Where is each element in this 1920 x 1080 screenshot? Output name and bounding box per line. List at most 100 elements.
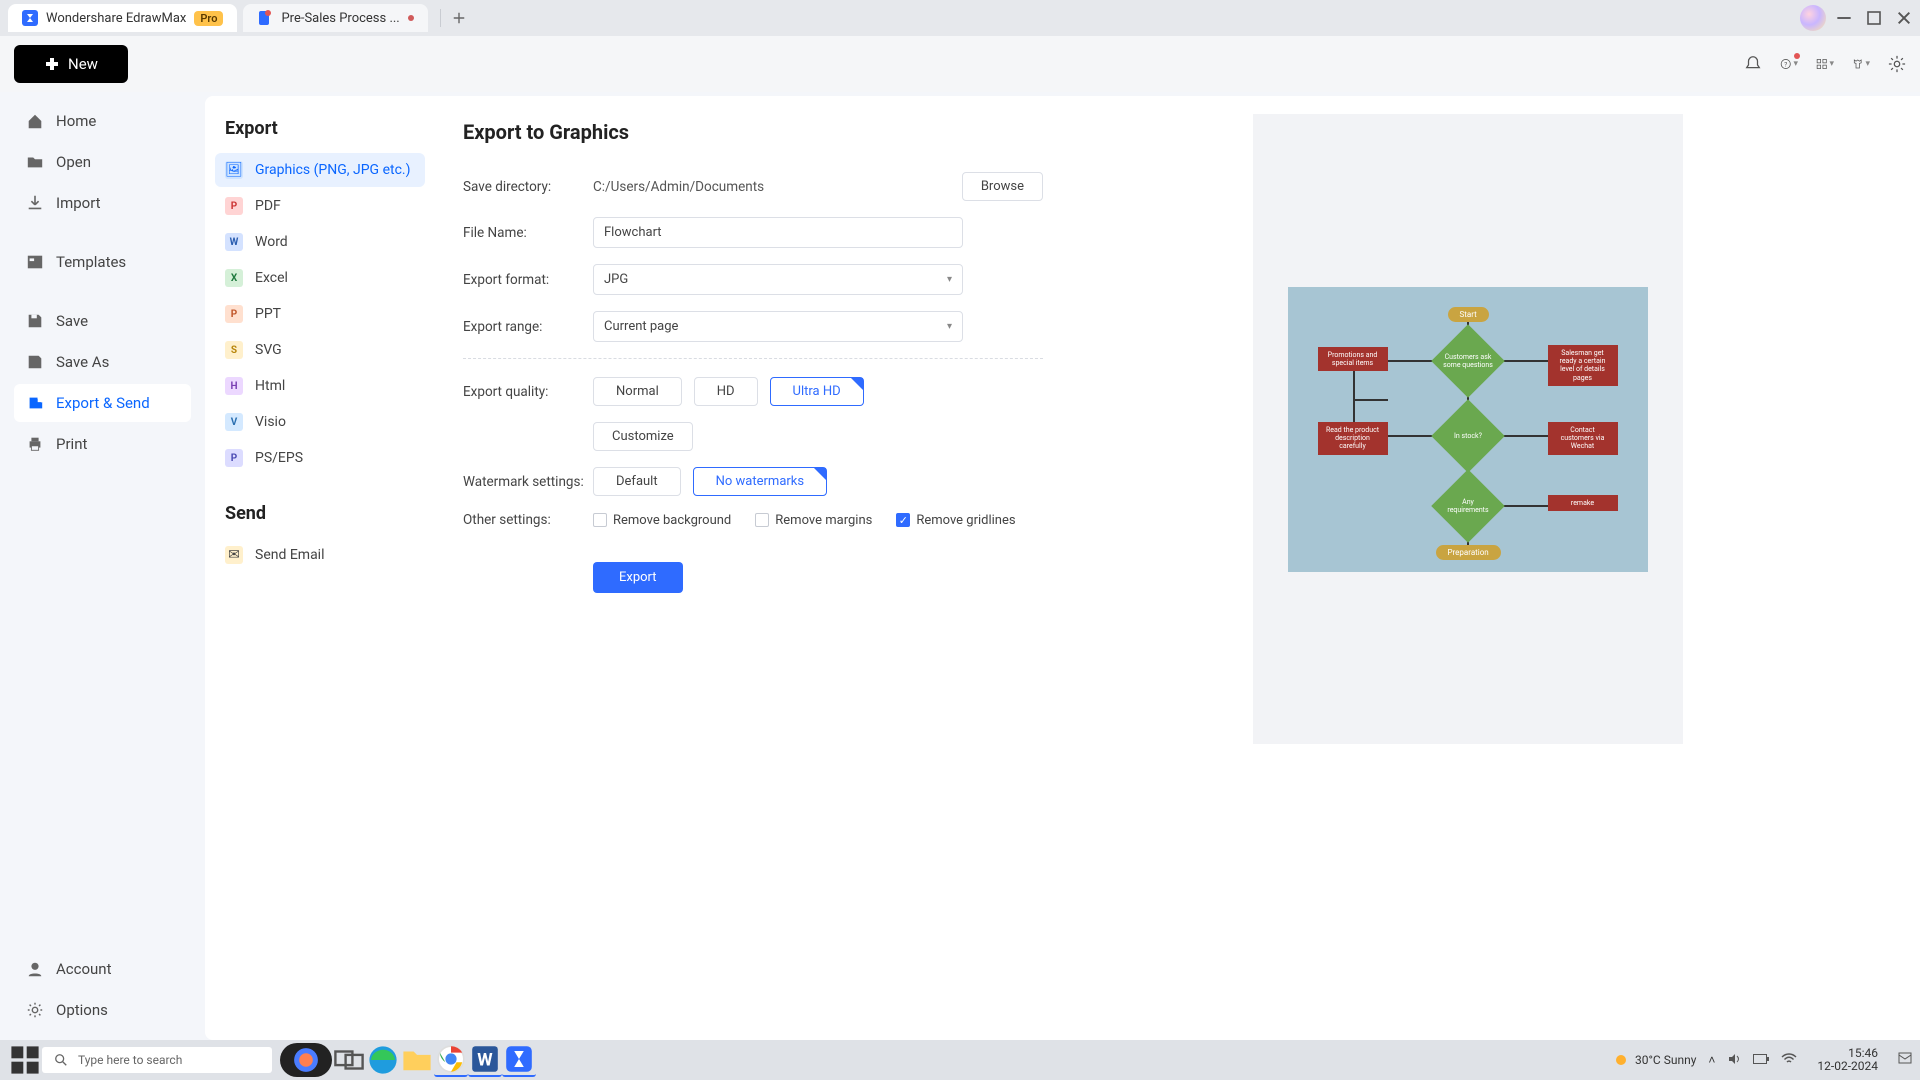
tray-notifications-icon[interactable] <box>1898 1052 1912 1069</box>
nav-print[interactable]: Print <box>14 425 191 463</box>
nav-save[interactable]: Save <box>14 302 191 340</box>
html-file-icon: H <box>225 377 243 395</box>
search-placeholder: Type here to search <box>78 1053 182 1067</box>
export-type-label: PS/EPS <box>255 450 303 466</box>
export-type-pseps[interactable]: PPS/EPS <box>215 441 425 475</box>
templates-icon <box>26 253 44 271</box>
nav-label: Print <box>56 435 87 453</box>
start-button[interactable] <box>8 1043 42 1077</box>
nav-open[interactable]: Open <box>14 143 191 181</box>
weather-icon[interactable]: 30°C Sunny <box>1613 1052 1696 1068</box>
taskbar-edge[interactable] <box>366 1043 400 1077</box>
nav-export-send[interactable]: Export & Send <box>14 384 191 422</box>
chk-remove-gridlines[interactable]: ✓Remove gridlines <box>896 513 1015 528</box>
nav-account[interactable]: Account <box>14 950 191 988</box>
export-type-visio[interactable]: VVisio <box>215 405 425 439</box>
nav-options[interactable]: Options <box>14 991 191 1029</box>
clock-date: 12-02-2024 <box>1817 1060 1878 1073</box>
send-email[interactable]: ✉Send Email <box>215 538 425 572</box>
taskbar: Type here to search W 30°C Sunny ˄ 15:46… <box>0 1040 1920 1080</box>
format-label: Export format: <box>463 272 593 288</box>
ppt-file-icon: P <box>225 305 243 323</box>
search-icon <box>54 1053 68 1067</box>
maximize-icon[interactable] <box>1866 10 1882 26</box>
quality-uhd[interactable]: Ultra HD <box>770 377 864 406</box>
svg-text:?: ? <box>1784 60 1787 68</box>
chk-remove-margins[interactable]: Remove margins <box>755 513 872 528</box>
nav-label: Save As <box>56 353 109 371</box>
taskbar-edrawmax[interactable] <box>502 1043 536 1077</box>
format-select[interactable]: JPG▾ <box>593 264 963 295</box>
tray-volume-icon[interactable] <box>1727 1052 1741 1069</box>
import-icon <box>26 194 44 212</box>
export-type-label: Graphics (PNG, JPG etc.) <box>255 162 410 178</box>
fc-start: Start <box>1448 307 1489 322</box>
watermark-default[interactable]: Default <box>593 467 681 496</box>
export-type-excel[interactable]: X Excel <box>215 261 425 295</box>
tab-label: Pre-Sales Process ... <box>281 11 399 26</box>
titlebar: Wondershare EdrawMax Pro Pre-Sales Proce… <box>0 0 1920 36</box>
export-type-label: Excel <box>255 270 288 286</box>
taskbar-chrome[interactable] <box>434 1043 468 1077</box>
preview-box: Start Promotions and special items Custo… <box>1253 114 1683 744</box>
close-icon[interactable] <box>1896 10 1912 26</box>
send-label: Send Email <box>255 547 325 563</box>
checkbox-icon <box>755 513 769 527</box>
browse-button[interactable]: Browse <box>962 172 1043 201</box>
filename-input[interactable] <box>593 217 963 248</box>
chk-remove-bg[interactable]: Remove background <box>593 513 731 528</box>
tray-chevron-icon[interactable]: ˄ <box>1708 1053 1715 1067</box>
tray-wifi-icon[interactable] <box>1781 1053 1797 1068</box>
export-type-svg[interactable]: SSVG <box>215 333 425 367</box>
export-type-graphics[interactable]: 🖼Graphics (PNG, JPG etc.) <box>215 153 425 187</box>
quality-hd[interactable]: HD <box>694 377 758 406</box>
taskbar-explorer[interactable] <box>400 1043 434 1077</box>
tab-presales[interactable]: Pre-Sales Process ... <box>243 4 427 32</box>
clock[interactable]: 15:46 12-02-2024 <box>1809 1047 1886 1073</box>
taskbar-copilot[interactable] <box>280 1043 332 1077</box>
fc-anyreq: Any requirements <box>1442 498 1494 514</box>
export-type-word[interactable]: WWord <box>215 225 425 259</box>
bell-icon[interactable] <box>1744 55 1762 73</box>
chk-label: Remove background <box>613 513 731 528</box>
home-icon <box>26 112 44 130</box>
help-icon[interactable]: ?▾ <box>1780 55 1798 73</box>
watermark-label: Watermark settings: <box>463 474 593 490</box>
export-type-label: SVG <box>255 342 282 358</box>
fc-preparation: Preparation <box>1436 545 1501 560</box>
gear-icon[interactable] <box>1888 55 1906 73</box>
nav-label: Open <box>56 153 91 171</box>
shirt-icon[interactable]: ▾ <box>1852 55 1870 73</box>
customize-button[interactable]: Customize <box>593 422 693 451</box>
nav-label: Options <box>56 1001 108 1019</box>
taskbar-word[interactable]: W <box>468 1043 502 1077</box>
nav-label: Templates <box>56 253 126 271</box>
taskbar-taskview[interactable] <box>332 1043 366 1077</box>
nav-label: Account <box>56 960 112 978</box>
nav-import[interactable]: Import <box>14 184 191 222</box>
new-button[interactable]: New <box>14 45 128 83</box>
tab-edrawmax[interactable]: Wondershare EdrawMax Pro <box>8 4 237 32</box>
nav-templates[interactable]: Templates <box>14 243 191 281</box>
export-button[interactable]: Export <box>593 562 683 593</box>
nav-saveas[interactable]: Save As <box>14 343 191 381</box>
range-select[interactable]: Current page▾ <box>593 311 963 342</box>
avatar[interactable] <box>1800 5 1826 31</box>
tray-battery-icon[interactable] <box>1753 1053 1769 1067</box>
fc-remake: remake <box>1548 495 1618 511</box>
grid-icon[interactable]: ▾ <box>1816 55 1834 73</box>
nav-home[interactable]: Home <box>14 102 191 140</box>
export-type-pdf[interactable]: PPDF <box>215 189 425 223</box>
chevron-down-icon: ▾ <box>947 274 952 285</box>
new-tab-button[interactable] <box>447 6 471 30</box>
excel-file-icon: X <box>225 269 243 287</box>
watermark-none[interactable]: No watermarks <box>693 467 827 496</box>
export-type-html[interactable]: HHtml <box>215 369 425 403</box>
chevron-down-icon: ▾ <box>947 321 952 332</box>
minimize-icon[interactable] <box>1836 10 1852 26</box>
other-label: Other settings: <box>463 512 593 528</box>
fc-read-desc: Read the product description carefully <box>1318 422 1388 455</box>
export-type-ppt[interactable]: PPPT <box>215 297 425 331</box>
quality-normal[interactable]: Normal <box>593 377 682 406</box>
taskbar-search[interactable]: Type here to search <box>42 1047 272 1073</box>
